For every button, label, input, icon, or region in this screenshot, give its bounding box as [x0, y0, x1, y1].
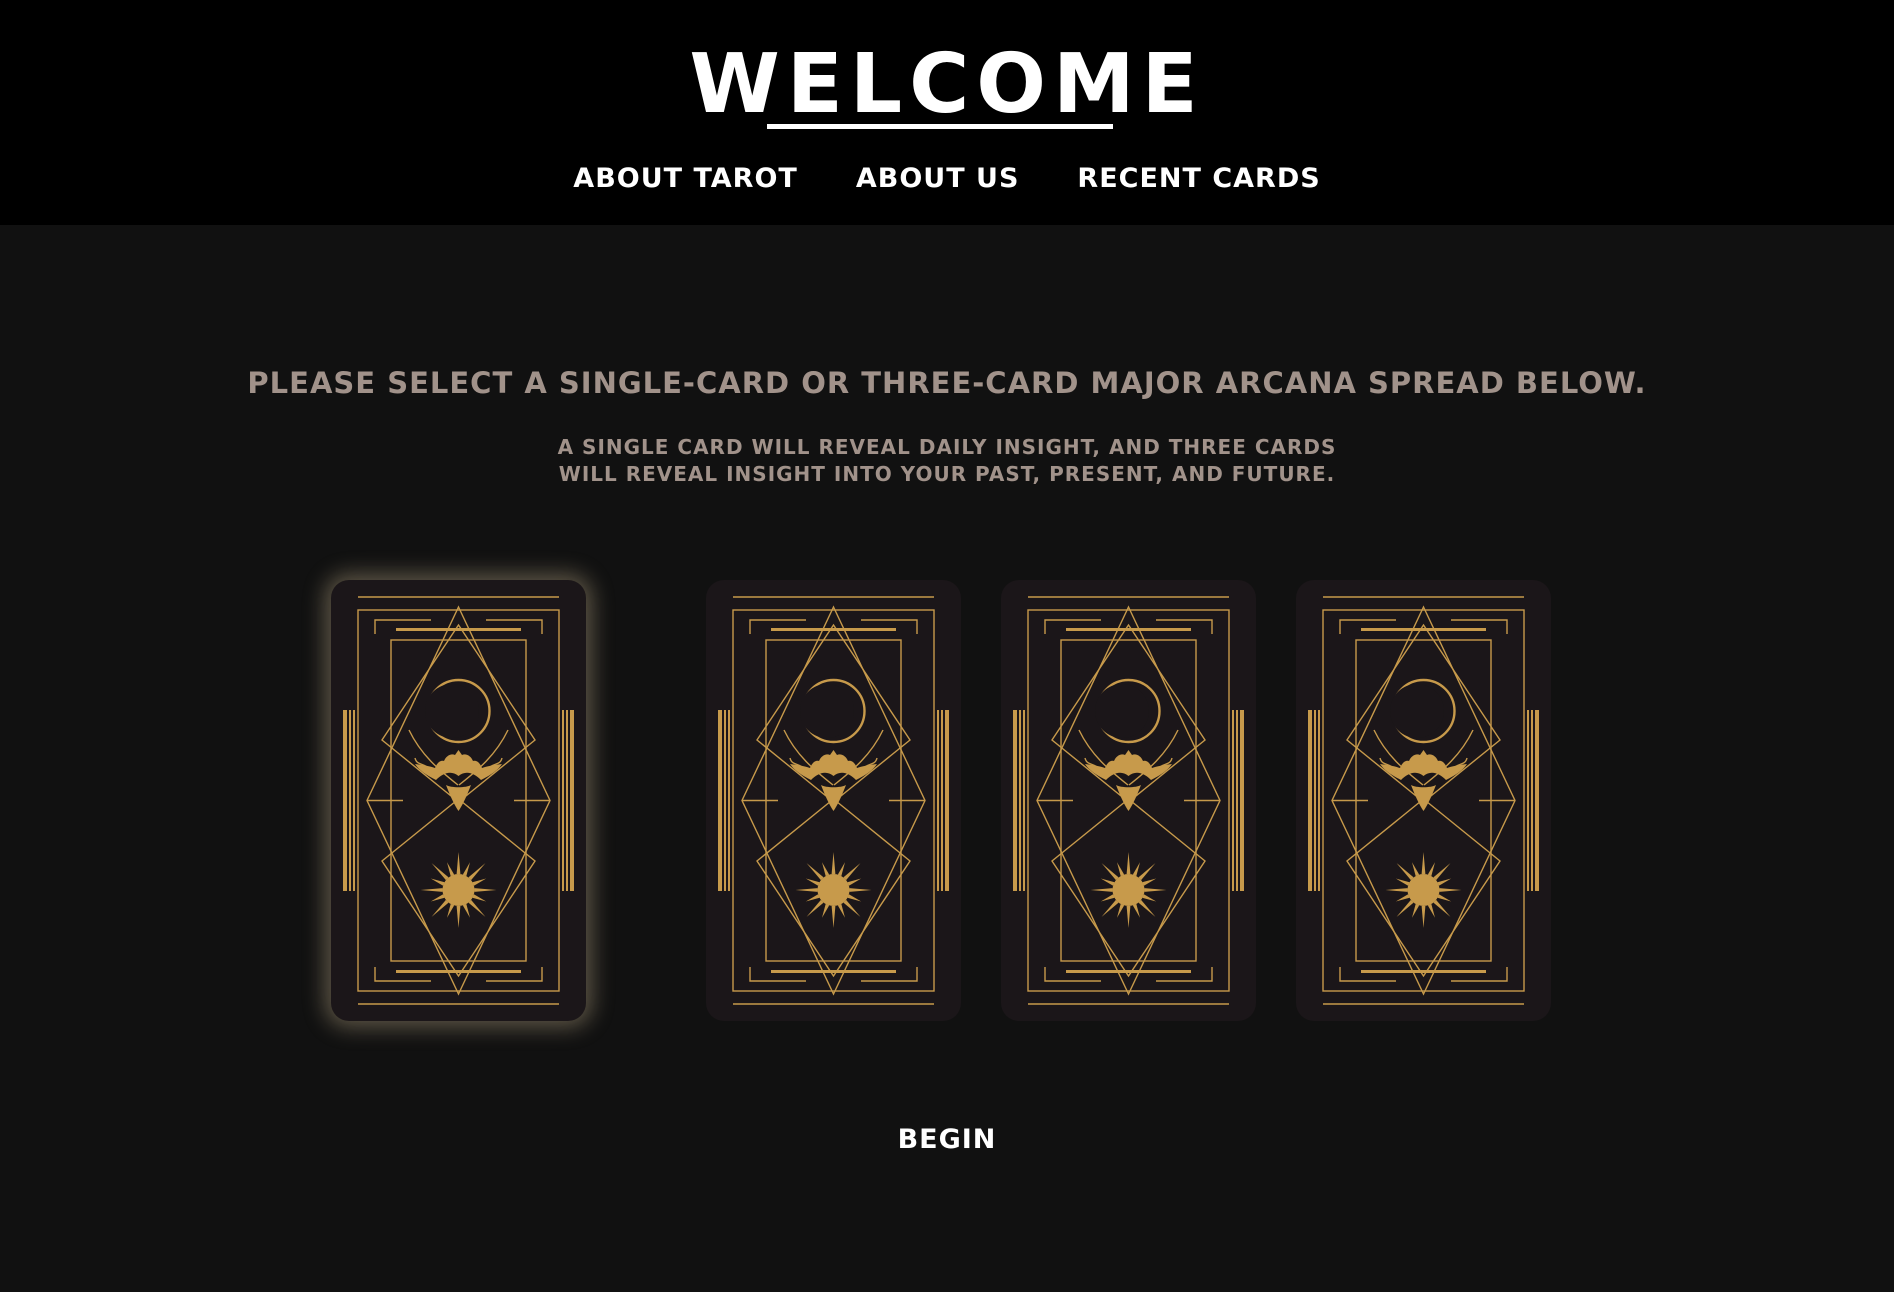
tarot-card-back-icon: [718, 596, 949, 1005]
title-underline: [767, 124, 1113, 129]
tarot-card-back-icon: [1013, 596, 1244, 1005]
three-card-spread-card-2[interactable]: [1001, 580, 1256, 1021]
spread-prompt-subtext: A SINGLE CARD WILL REVEAL DAILY INSIGHT,…: [557, 435, 1337, 486]
three-card-spread-card-1[interactable]: [706, 580, 961, 1021]
nav-about-us[interactable]: ABOUT US: [856, 162, 1020, 196]
nav-recent-cards[interactable]: RECENT CARDS: [1077, 162, 1320, 196]
begin-button[interactable]: BEGIN: [0, 1124, 1894, 1155]
site-title: WELCOME: [689, 37, 1205, 132]
single-card-spread[interactable]: [331, 580, 586, 1021]
site-header: WELCOME ABOUT TAROT ABOUT US RECENT CARD…: [0, 0, 1894, 225]
spread-prompt-heading: PLEASE SELECT A SINGLE-CARD OR THREE-CAR…: [247, 366, 1647, 400]
tarot-card-back-icon: [343, 596, 574, 1005]
main-nav: ABOUT TAROT ABOUT US RECENT CARDS: [0, 162, 1894, 196]
nav-about-tarot[interactable]: ABOUT TAROT: [573, 162, 798, 196]
tarot-card-back-icon: [1308, 596, 1539, 1005]
three-card-spread-card-3[interactable]: [1296, 580, 1551, 1021]
